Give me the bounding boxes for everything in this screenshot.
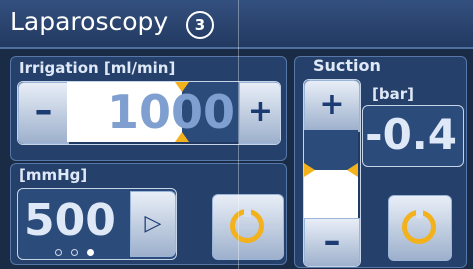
irrigation-level-bar: 1000 xyxy=(67,82,239,142)
irrigation-label: Irrigation [ml/min] xyxy=(19,59,176,77)
suction-marker-right xyxy=(347,163,358,177)
irrigation-control: – 1000 + xyxy=(17,81,281,145)
suction-value: -0.4 xyxy=(365,110,457,159)
page-dot xyxy=(87,249,94,256)
play-icon: ▷ xyxy=(144,211,162,236)
suction-label: Suction xyxy=(313,56,381,75)
guide-line xyxy=(238,0,239,269)
page-title: Laparoscopy xyxy=(10,7,169,36)
page-dot xyxy=(55,249,62,256)
page-indicator xyxy=(55,249,94,256)
minus-icon: – xyxy=(323,221,341,261)
suction-increase-button[interactable]: + xyxy=(304,80,360,132)
irrigation-reset-button[interactable] xyxy=(212,194,284,260)
plus-icon: + xyxy=(247,94,274,129)
suction-level-fill xyxy=(304,170,358,218)
suction-panel: Suction + – [bar] -0.4 xyxy=(294,56,467,268)
pressure-value: 500 xyxy=(24,195,116,246)
page-dot xyxy=(71,249,78,256)
suction-decrease-button[interactable]: – xyxy=(304,218,360,266)
minus-icon: – xyxy=(34,90,53,131)
pressure-display: 500 ▷ xyxy=(17,188,177,260)
irrigation-panel: Irrigation [ml/min] – 1000 + xyxy=(10,56,287,161)
pressure-panel: [mmHg] 500 ▷ xyxy=(10,163,287,265)
irrigation-decrease-button[interactable]: – xyxy=(18,82,69,144)
irrigation-value: 1000 xyxy=(107,85,236,139)
step-badge: 3 xyxy=(186,11,214,39)
suction-level-bar xyxy=(304,130,358,218)
suction-marker-left xyxy=(304,163,315,177)
pressure-label: [mmHg] xyxy=(19,166,88,184)
suction-value-display: -0.4 xyxy=(362,105,464,167)
circular-arrow-gap xyxy=(416,209,423,218)
screen: Laparoscopy 3 Irrigation [ml/min] – 1000… xyxy=(0,0,473,269)
suction-reset-button[interactable] xyxy=(388,195,452,261)
plus-icon: + xyxy=(319,87,345,122)
suction-unit-label: [bar] xyxy=(372,85,414,103)
pressure-play-button[interactable]: ▷ xyxy=(130,191,176,257)
title-bar: Laparoscopy 3 xyxy=(0,0,473,49)
suction-control: + – xyxy=(303,79,361,267)
circular-arrow-gap xyxy=(244,208,251,217)
irrigation-increase-button[interactable]: + xyxy=(239,82,280,144)
